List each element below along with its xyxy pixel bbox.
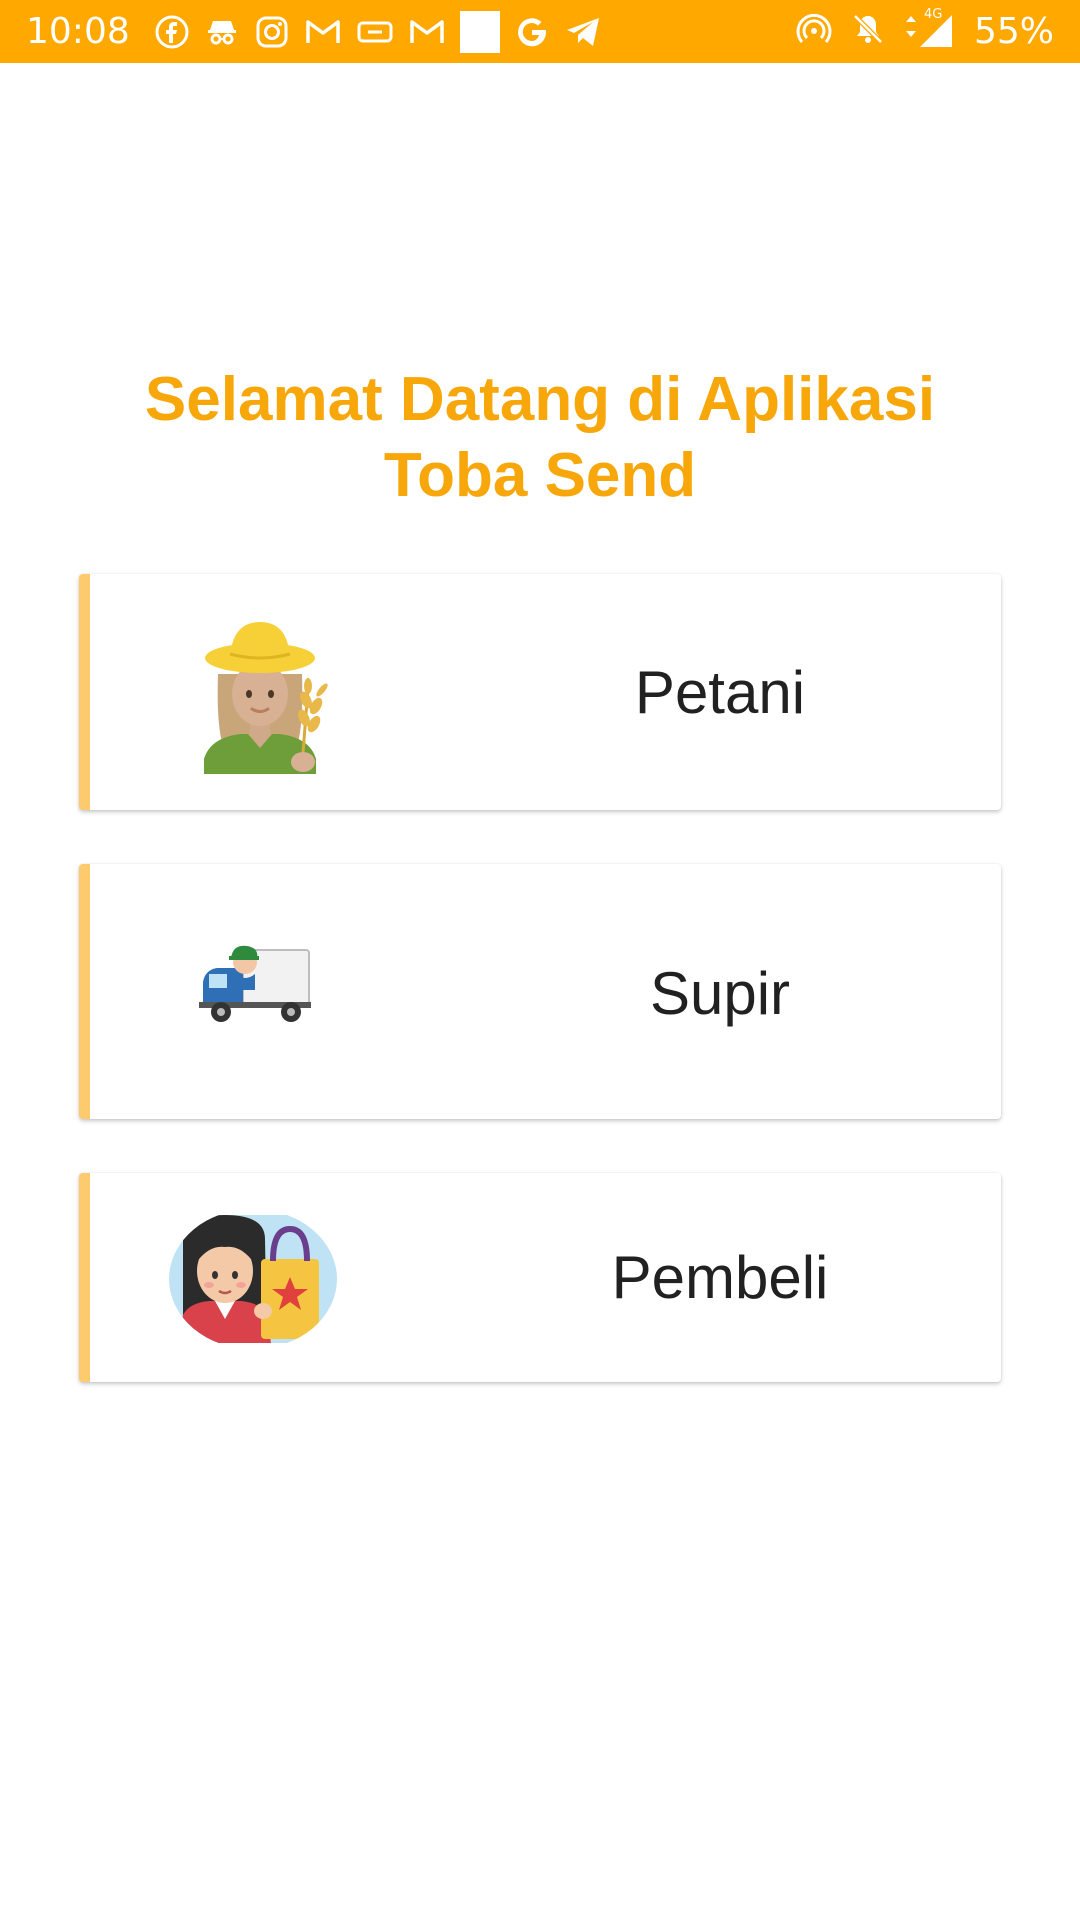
- gmail-icon: [408, 14, 446, 50]
- welcome-title-line-1: Selamat Datang di Aplikasi: [144, 365, 936, 434]
- incognito-icon: [204, 14, 240, 50]
- google-icon: [514, 14, 550, 50]
- status-bar: 10:08 4G 55%: [0, 0, 1080, 63]
- role-label-supir: Supir: [649, 960, 791, 1027]
- role-card-pembeli[interactable]: Pembeli: [79, 1173, 1001, 1382]
- blank-square-icon: [459, 10, 500, 53]
- welcome-title-line-2: Toba Send: [383, 441, 697, 510]
- telegram-icon: [564, 14, 602, 50]
- system-status: 4G 55%: [796, 7, 1054, 54]
- delivery-truck-driver-icon: [195, 940, 315, 1035]
- notification-icons: [154, 10, 602, 53]
- farmer-icon: [190, 614, 330, 779]
- role-label-petani: Petani: [634, 659, 806, 726]
- instagram-icon: [254, 14, 290, 50]
- role-label-pembeli: Pembeli: [611, 1244, 829, 1311]
- welcome-title: Selamat Datang di Aplikasi Toba Send: [0, 362, 1080, 514]
- voicemail-icon: [356, 14, 394, 50]
- network-type: 4G: [923, 7, 943, 22]
- role-card-supir[interactable]: Supir: [79, 864, 1001, 1119]
- role-card-petani[interactable]: Petani: [79, 574, 1001, 810]
- facebook-icon: [154, 14, 190, 50]
- signal-icon: 4G: [904, 7, 956, 54]
- mute-bell-icon: [850, 11, 886, 52]
- battery-percentage: 55%: [973, 11, 1054, 52]
- hotspot-icon: [796, 11, 832, 52]
- gmail-icon: [304, 14, 342, 50]
- shopper-icon: [169, 1215, 337, 1348]
- status-time: 10:08: [26, 11, 130, 52]
